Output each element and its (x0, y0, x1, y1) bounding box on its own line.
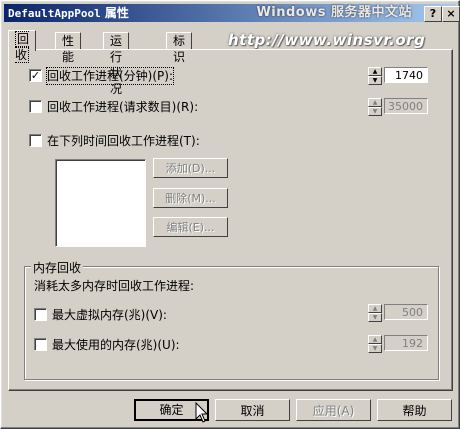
recycle-requests-value: 35000 (384, 98, 428, 114)
spinner-arrows: ▲ ▼ (368, 98, 382, 116)
title-bar: DefaultAppPool 属性 Windows 服务器中文站 ? × (4, 4, 460, 23)
edit-time-button: 编辑(E)... (153, 217, 228, 237)
max-used-memory-value: 192 (384, 335, 428, 351)
spinner-arrows[interactable]: ▲ ▼ (368, 67, 382, 85)
spin-up-icon: ▲ (368, 335, 382, 344)
spin-down-icon[interactable]: ▼ (368, 76, 382, 85)
spin-up-icon: ▲ (368, 98, 382, 107)
max-used-memory-spinner: ▲ ▼ 192 (368, 335, 430, 353)
remove-time-button: 删除(M)... (153, 188, 228, 208)
spin-up-icon[interactable]: ▲ (368, 67, 382, 76)
watermark-text: Windows 服务器中文站 (256, 5, 412, 20)
spin-down-icon: ▼ (368, 107, 382, 116)
tab-label: 回收 (15, 31, 30, 63)
recycle-requests-checkbox[interactable] (29, 100, 42, 113)
help-dialog-button[interactable]: 帮助 (377, 399, 452, 421)
properties-dialog: DefaultAppPool 属性 Windows 服务器中文站 ? × 回收 … (0, 0, 460, 429)
max-virtual-memory-label: 最大虚拟内存(兆)(V): (52, 308, 167, 322)
title-pool-name: DefaultAppPool (8, 7, 101, 20)
cancel-button[interactable]: 取消 (215, 399, 290, 421)
max-used-memory-checkbox[interactable] (34, 338, 47, 351)
add-time-button: 添加(D)... (153, 158, 228, 178)
close-button[interactable]: × (442, 6, 460, 22)
tab-performance[interactable]: 性能 (55, 32, 82, 64)
memory-group-title: 内存回收 (31, 259, 84, 276)
recycle-requests-spinner: ▲ ▼ 35000 (368, 98, 430, 116)
spinner-arrows: ▲ ▼ (368, 335, 382, 353)
recycle-minutes-spinner[interactable]: ▲ ▼ 1740 (368, 67, 430, 85)
recycle-times-label: 在下列时间回收工作进程(T): (47, 134, 200, 148)
max-virtual-memory-spinner: ▲ ▼ 500 (368, 304, 430, 322)
recycle-minutes-label: 回收工作进程(分钟)(P): (45, 67, 175, 85)
max-virtual-memory-value: 500 (384, 304, 428, 320)
max-used-memory-label: 最大使用的内存(兆)(U): (52, 338, 180, 352)
spin-down-icon: ▼ (368, 344, 382, 353)
spin-up-icon: ▲ (368, 304, 382, 313)
memory-description: 消耗太多内存时回收工作进程: (34, 279, 195, 293)
help-button[interactable]: ? (424, 6, 442, 22)
title-properties-text: 属性 (100, 6, 129, 20)
recycle-minutes-value[interactable]: 1740 (384, 67, 428, 83)
recycle-times-list[interactable] (55, 159, 146, 247)
recycle-minutes-checkbox[interactable]: ✓ (29, 69, 42, 82)
spinner-arrows: ▲ ▼ (368, 304, 382, 322)
tab-identity[interactable]: 标识 (166, 32, 193, 64)
tab-recycle[interactable]: 回收 (8, 30, 37, 63)
tab-health[interactable]: 运行状况 (103, 32, 130, 96)
window-title: DefaultAppPool 属性 (8, 4, 129, 23)
recycle-times-checkbox[interactable] (29, 134, 42, 147)
recycle-requests-label: 回收工作进程(请求数目)(R): (47, 100, 199, 114)
mouse-pointer-icon (195, 402, 209, 423)
max-virtual-memory-checkbox[interactable] (34, 308, 47, 321)
watermark-url: http://www.winsvr.org (228, 31, 426, 49)
spin-down-icon: ▼ (368, 313, 382, 322)
apply-button: 应用(A) (296, 399, 371, 421)
